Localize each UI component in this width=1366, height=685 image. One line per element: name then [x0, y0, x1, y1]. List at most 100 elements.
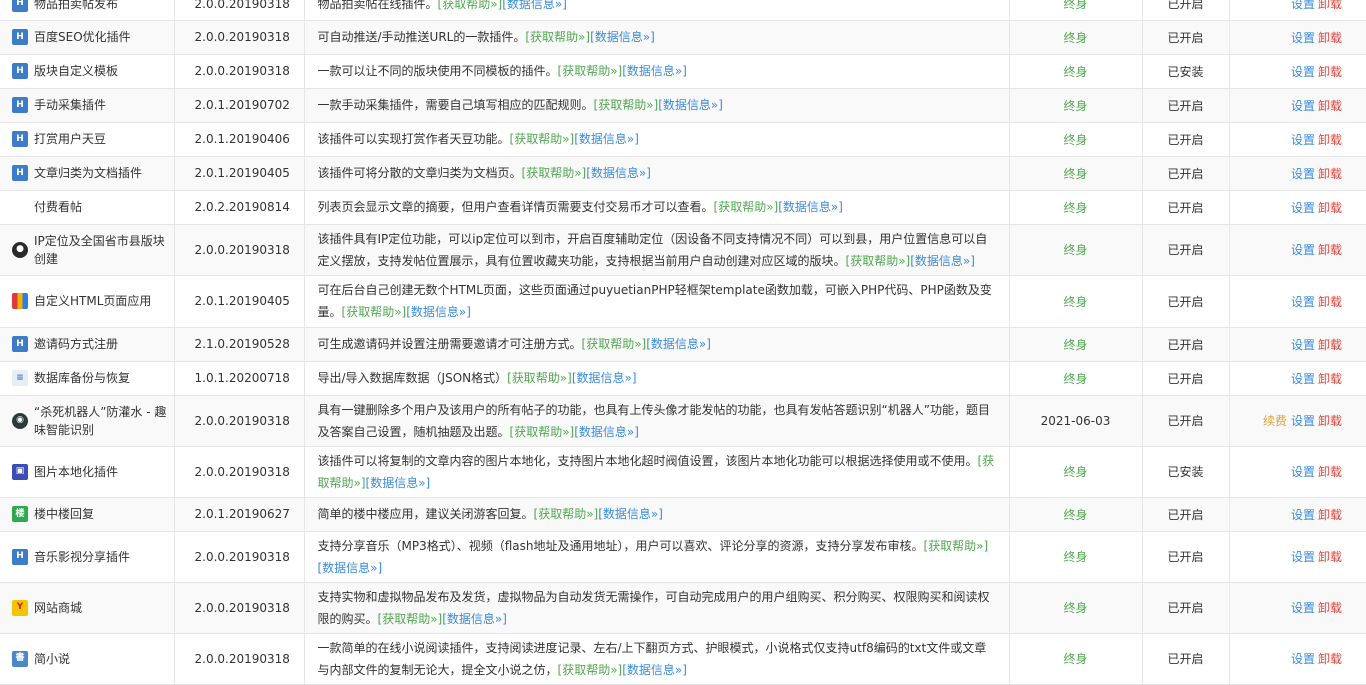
- uninstall-button[interactable]: 卸载: [1318, 295, 1342, 309]
- data-info-link[interactable]: [数据信息»]: [910, 254, 975, 268]
- robot-icon: ◉: [12, 412, 28, 429]
- uninstall-button[interactable]: 卸载: [1318, 201, 1342, 215]
- uninstall-button[interactable]: 卸载: [1318, 0, 1342, 11]
- settings-button[interactable]: 设置: [1291, 65, 1315, 79]
- help-link[interactable]: [获取帮助»]: [525, 30, 590, 44]
- uninstall-button[interactable]: 卸载: [1318, 652, 1342, 666]
- plugin-row: ≡ 数据库备份与恢复 1.0.1.20200718 导出/导入数据库数据（JSON格式…: [0, 361, 1366, 395]
- data-info-link[interactable]: [数据信息»]: [574, 132, 639, 146]
- data-info-link[interactable]: [数据信息»]: [622, 663, 687, 677]
- plugin-version: 2.0.0.20190318: [174, 54, 305, 88]
- plugin-status: 已开启: [1142, 20, 1230, 54]
- uninstall-button[interactable]: 卸载: [1318, 465, 1342, 479]
- uninstall-button[interactable]: 卸载: [1318, 338, 1342, 352]
- data-info-link[interactable]: [数据信息»]: [318, 561, 383, 575]
- settings-button[interactable]: 设置: [1291, 414, 1315, 428]
- plugin-row: H 物品拍卖帖发布 2.0.0.20190318 物品拍卖帖在线插件。[获取帮助»][…: [0, 0, 1366, 20]
- uninstall-button[interactable]: 卸载: [1318, 31, 1342, 45]
- plugin-name-cell: 付费看帖: [0, 190, 175, 224]
- help-link[interactable]: [获取帮助»]: [714, 200, 779, 214]
- data-info-link[interactable]: [数据信息»]: [598, 507, 663, 521]
- data-info-link[interactable]: [数据信息»]: [574, 425, 639, 439]
- settings-button[interactable]: 设置: [1291, 201, 1315, 215]
- uninstall-button[interactable]: 卸载: [1318, 167, 1342, 181]
- help-link[interactable]: [获取帮助»]: [510, 425, 575, 439]
- uninstall-button[interactable]: 卸载: [1318, 99, 1342, 113]
- plugin-actions: 设置 卸载: [1229, 224, 1366, 275]
- uninstall-button[interactable]: 卸载: [1318, 550, 1342, 564]
- help-link[interactable]: [获取帮助»]: [846, 254, 911, 268]
- data-info-link[interactable]: [数据信息»]: [502, 0, 567, 11]
- settings-button[interactable]: 设置: [1291, 99, 1315, 113]
- plugin-name-cell: Y 网站商城: [0, 582, 175, 633]
- settings-button[interactable]: 设置: [1291, 31, 1315, 45]
- plugin-version: 2.0.0.20190318: [174, 446, 305, 497]
- help-link[interactable]: [获取帮助»]: [522, 166, 587, 180]
- uninstall-button[interactable]: 卸载: [1318, 372, 1342, 386]
- help-link[interactable]: [获取帮助»]: [507, 371, 572, 385]
- data-info-link[interactable]: [数据信息»]: [590, 30, 655, 44]
- html-page-icon: [12, 293, 28, 309]
- help-link[interactable]: [获取帮助»]: [558, 64, 623, 78]
- data-info-link[interactable]: [数据信息»]: [442, 612, 507, 626]
- help-link[interactable]: [获取帮助»]: [582, 337, 647, 351]
- plugin-row: H 手动采集插件 2.0.1.20190702 一款手动采集插件，需要自己填写相应的匹…: [0, 88, 1366, 122]
- settings-button[interactable]: 设置: [1291, 243, 1315, 257]
- data-info-link[interactable]: [数据信息»]: [406, 305, 471, 319]
- settings-button[interactable]: 设置: [1291, 601, 1315, 615]
- plugin-description: 简单的楼中楼应用，建议关闭游客回复。: [317, 507, 534, 521]
- data-info-link[interactable]: [数据信息»]: [622, 64, 687, 78]
- help-link[interactable]: [获取帮助»]: [378, 612, 443, 626]
- plugin-actions: 续费 设置 卸载: [1229, 395, 1366, 446]
- help-link[interactable]: [获取帮助»]: [510, 132, 575, 146]
- settings-button[interactable]: 设置: [1291, 508, 1315, 522]
- plugin-expiry: 终身: [1009, 633, 1143, 684]
- plugin-name-cell: H 物品拍卖帖发布: [0, 0, 175, 20]
- renew-button[interactable]: 续费: [1263, 414, 1287, 428]
- plugin-name-cell: ◉ “杀死机器人”防灌水 - 趣味智能识别: [0, 395, 175, 446]
- plugin-expiry: 2021-06-03: [1009, 395, 1143, 446]
- plugin-row: H 打赏用户天豆 2.0.1.20190406 该插件可以实现打赏作者天豆功能。[获取…: [0, 122, 1366, 156]
- settings-button[interactable]: 设置: [1291, 465, 1315, 479]
- puyuetian-logo-icon: H: [12, 63, 28, 79]
- settings-button[interactable]: 设置: [1291, 295, 1315, 309]
- plugin-actions: 设置 卸载: [1229, 327, 1366, 361]
- plugin-version: 2.1.0.20190528: [174, 327, 305, 361]
- settings-button[interactable]: 设置: [1291, 133, 1315, 147]
- uninstall-button[interactable]: 卸载: [1318, 414, 1342, 428]
- uninstall-button[interactable]: 卸载: [1318, 601, 1342, 615]
- plugin-name: 自定义HTML页面应用: [34, 294, 152, 308]
- plugin-name: 百度SEO优化插件: [34, 30, 131, 44]
- settings-button[interactable]: 设置: [1291, 550, 1315, 564]
- help-link[interactable]: [获取帮助»]: [924, 539, 989, 553]
- help-link[interactable]: [获取帮助»]: [594, 98, 659, 112]
- data-info-link[interactable]: [数据信息»]: [658, 98, 723, 112]
- settings-button[interactable]: 设置: [1291, 652, 1315, 666]
- help-link[interactable]: [获取帮助»]: [534, 507, 599, 521]
- settings-button[interactable]: 设置: [1291, 167, 1315, 181]
- uninstall-button[interactable]: 卸载: [1318, 243, 1342, 257]
- uninstall-button[interactable]: 卸载: [1318, 65, 1342, 79]
- plugin-name-cell: H 邀请码方式注册: [0, 327, 175, 361]
- help-link[interactable]: [获取帮助»]: [558, 663, 623, 677]
- data-info-link[interactable]: [数据信息»]: [572, 371, 637, 385]
- plugin-expiry: 终身: [1009, 190, 1143, 224]
- help-link[interactable]: [获取帮助»]: [342, 305, 407, 319]
- plugin-row: Y 网站商城 2.0.0.20190318 支持实物和虚拟物品发布及发货，虚拟物品为自…: [0, 582, 1366, 633]
- help-link[interactable]: [获取帮助»]: [438, 0, 503, 11]
- plugin-status: 已安装: [1142, 54, 1230, 88]
- settings-button[interactable]: 设置: [1291, 0, 1315, 11]
- settings-button[interactable]: 设置: [1291, 338, 1315, 352]
- settings-button[interactable]: 设置: [1291, 372, 1315, 386]
- puyuetian-logo-icon: H: [12, 165, 28, 181]
- plugin-description: 一款可以让不同的版块使用不同模板的插件。: [317, 64, 558, 78]
- plugin-status: 已开启: [1142, 582, 1230, 633]
- uninstall-button[interactable]: 卸载: [1318, 133, 1342, 147]
- data-info-link[interactable]: [数据信息»]: [646, 337, 711, 351]
- data-info-link[interactable]: [数据信息»]: [778, 200, 843, 214]
- data-info-link[interactable]: [数据信息»]: [586, 166, 651, 180]
- uninstall-button[interactable]: 卸载: [1318, 508, 1342, 522]
- plugin-name: 打赏用户天豆: [34, 132, 107, 146]
- data-info-link[interactable]: [数据信息»]: [366, 476, 431, 490]
- plugin-description: 该插件可以将复制的文章内容的图片本地化，支持图片本地化超时阀值设置，该图片本地化…: [317, 453, 978, 468]
